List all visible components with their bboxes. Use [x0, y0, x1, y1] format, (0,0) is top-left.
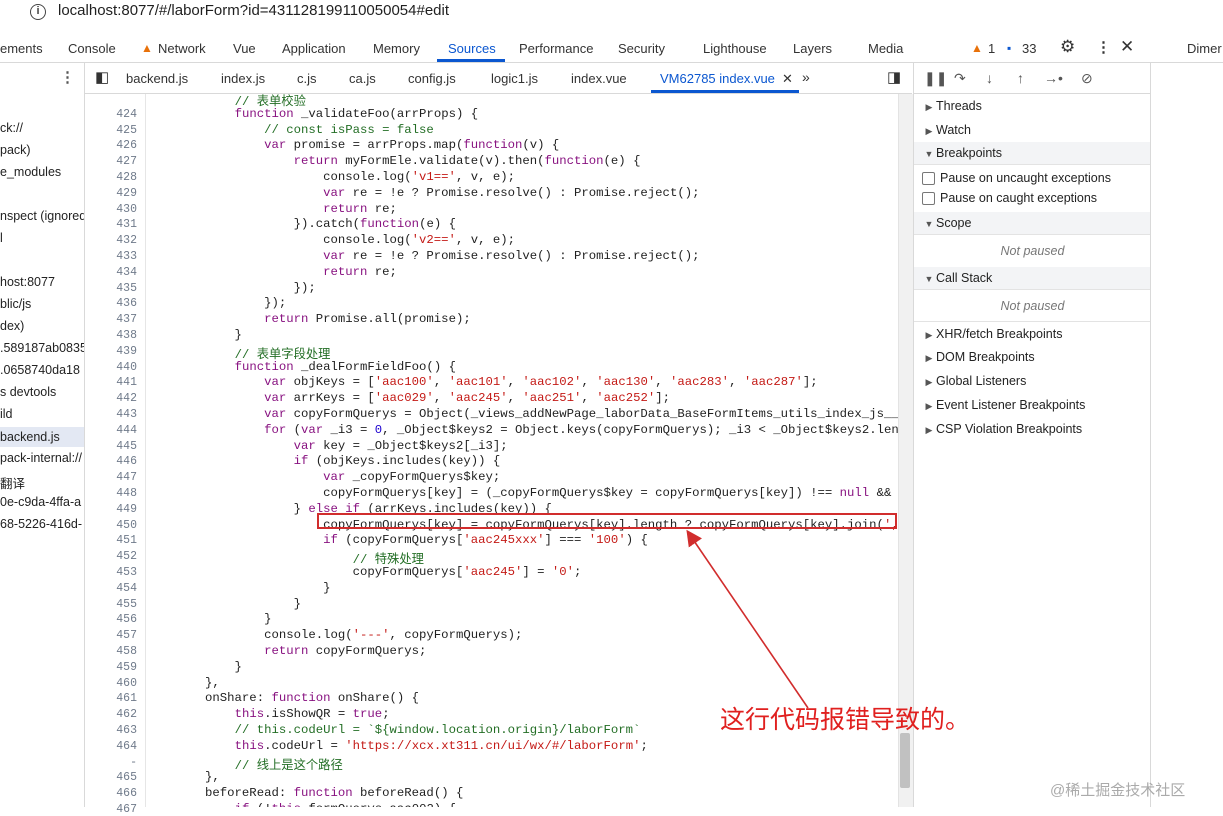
annotation-text: 这行代码报错导致的。	[720, 706, 971, 734]
annotation-arrow	[686, 529, 809, 709]
watermark: @稀土掘金技术社区	[1050, 782, 1186, 799]
